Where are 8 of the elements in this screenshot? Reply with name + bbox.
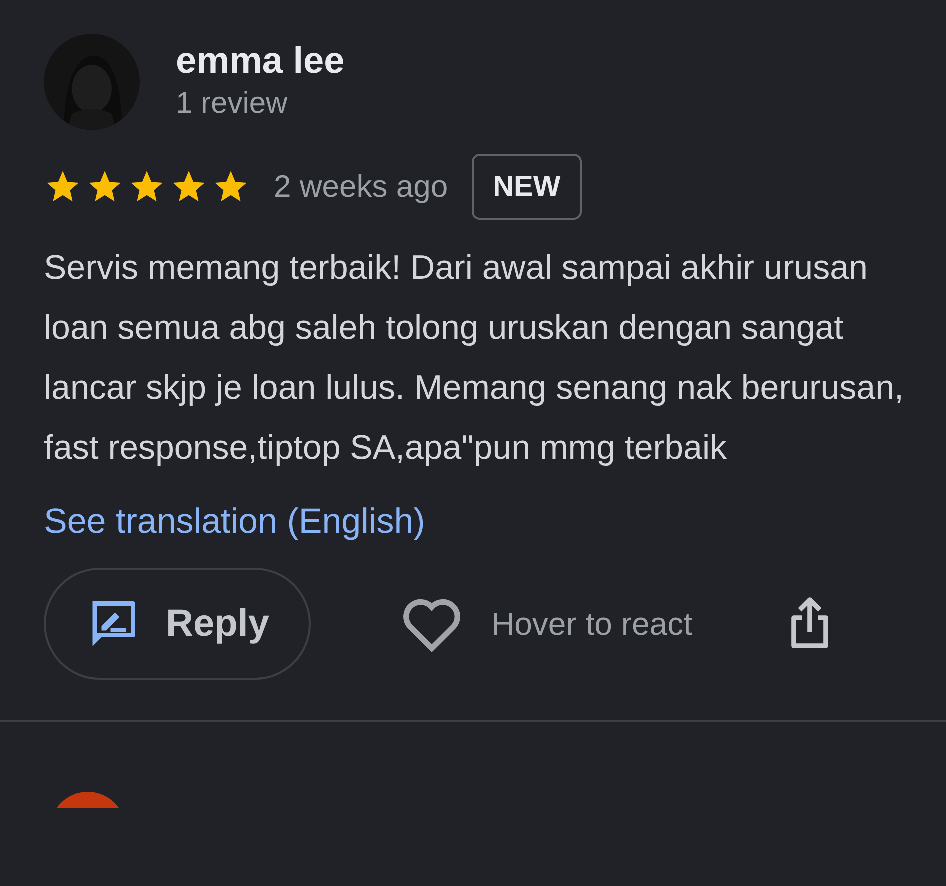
translation-link[interactable]: See translation (English)	[44, 500, 426, 544]
react-label: Hover to react	[491, 605, 692, 644]
review-time: 2 weeks ago	[274, 168, 448, 206]
new-badge: NEW	[472, 154, 582, 220]
reply-button[interactable]: Reply	[44, 568, 312, 680]
reviewer-name[interactable]: emma lee	[176, 40, 345, 82]
review-count: 1 review	[176, 86, 289, 122]
review-text: Servis memang terbaik! Dari awal sampai akhir urusan loan semua abg saleh tolong uruskan dengan sangat lancar skjp je loan lulus. Memang senang nak berurusan, fast response,tiptop SA,apa"pun mmg terbaik	[44, 248, 905, 469]
